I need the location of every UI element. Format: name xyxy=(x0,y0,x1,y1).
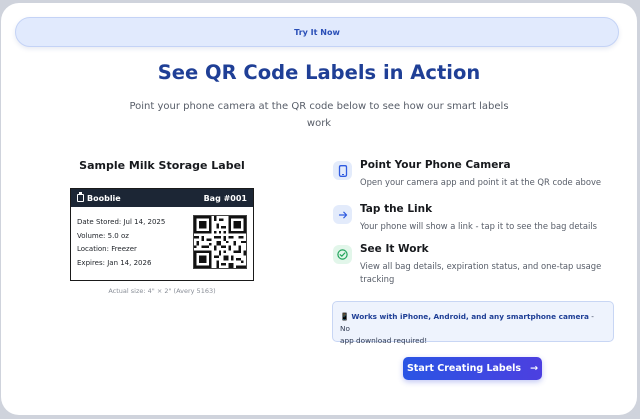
label-volume: Volume: 5.0 oz xyxy=(77,231,129,240)
step-tap-link: Tap the Link Your phone will show a link… xyxy=(333,203,623,243)
label-brand-name: Booblie xyxy=(87,193,121,203)
actual-size-note: Actual size: 4" × 2" (Avery 5163) xyxy=(108,287,216,295)
label-header: Booblie Bag #001 xyxy=(71,189,253,207)
label-location: Location: Freezer xyxy=(77,245,137,253)
mobile-phone-icon: 📱 xyxy=(340,312,350,321)
cta-label: Start Creating Labels xyxy=(406,363,522,374)
compatibility-note: 📱 Works with iPhone, Android, and any sm… xyxy=(332,301,614,345)
label-brand: Booblie xyxy=(77,192,121,203)
subtitle-line-1: Point your phone camera at the QR code b… xyxy=(129,101,509,112)
step-desc-line-2: tracking xyxy=(360,274,395,284)
arrow-right-icon xyxy=(333,205,352,224)
step-desc: Open your camera app and point it at the… xyxy=(360,177,602,187)
step-point-camera: Point Your Phone Camera Open your camera… xyxy=(333,159,623,203)
label-details: Date Stored: Jul 14, 2025 Volume: 5.0 oz… xyxy=(77,216,165,270)
start-creating-labels-button[interactable]: Start Creating Labels → xyxy=(403,357,542,380)
arrow-right-icon: → xyxy=(530,363,539,374)
content-card: Try It Now See QR Code Labels in Action … xyxy=(1,3,637,415)
label-bag-number: Bag #001 xyxy=(203,193,247,203)
compat-bold-text: Works with iPhone, Android, and any smar… xyxy=(351,312,589,321)
page-title: See QR Code Labels in Action xyxy=(157,61,481,84)
sample-milk-label: Booblie Bag #001 Date Stored: Jul 14, 20… xyxy=(70,188,254,281)
compat-line-2: app download required! xyxy=(340,336,428,345)
label-expires: Expires: Jan 14, 2026 xyxy=(77,258,152,267)
step-desc: Your phone will show a link - tap it to … xyxy=(360,221,597,231)
step-title: Point Your Phone Camera xyxy=(360,159,511,171)
phone-icon xyxy=(333,161,352,180)
label-date-stored: Date Stored: Jul 14, 2025 xyxy=(77,218,166,226)
try-it-now-label: Try It Now xyxy=(294,27,340,37)
sample-label-heading: Sample Milk Storage Label xyxy=(79,159,245,172)
qr-code-icon[interactable] xyxy=(193,215,247,269)
steps-list: Point Your Phone Camera Open your camera… xyxy=(333,159,623,286)
bottle-icon xyxy=(77,192,84,202)
compat-line-1: 📱 Works with iPhone, Android, and any sm… xyxy=(340,311,606,335)
step-desc-line-1: View all bag details, expiration status,… xyxy=(360,261,602,271)
step-desc: View all bag details, expiration status,… xyxy=(360,260,623,286)
check-circle-icon xyxy=(333,245,352,264)
page-subtitle: Point your phone camera at the QR code b… xyxy=(129,98,509,132)
subtitle-line-2: work xyxy=(306,118,332,129)
try-it-now-button[interactable]: Try It Now xyxy=(15,17,619,47)
step-see-it-work: See It Work View all bag details, expira… xyxy=(333,243,623,286)
step-title: See It Work xyxy=(360,243,429,255)
step-title: Tap the Link xyxy=(360,203,433,215)
